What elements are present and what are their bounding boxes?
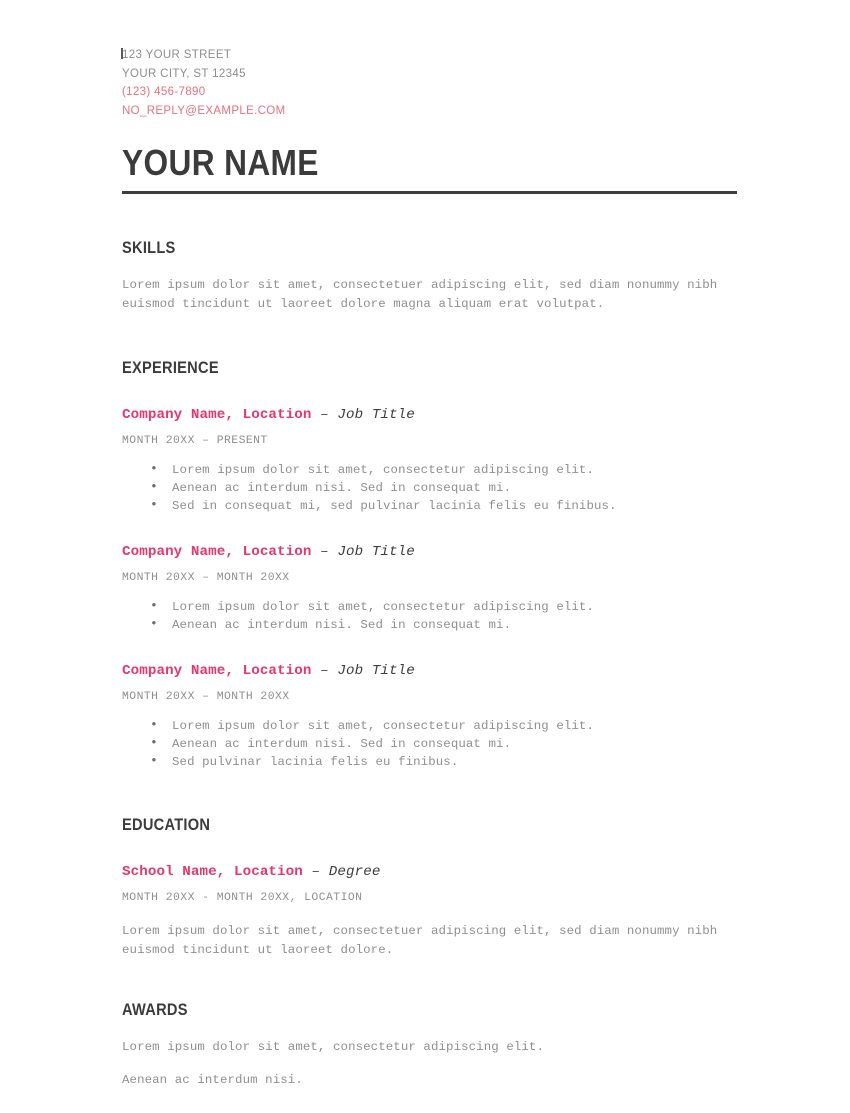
education-entry: School Name, Location – Degree MONTH 20X… — [122, 863, 738, 960]
list-item[interactable]: Lorem ipsum dolor sit amet, consectetur … — [122, 460, 738, 479]
experience-separator: – — [311, 407, 338, 423]
experience-role: Job Title — [337, 544, 415, 560]
experience-org: Company Name, Location — [122, 663, 312, 679]
section-skills: SKILLS Lorem ipsum dolor sit amet, conse… — [122, 238, 738, 314]
experience-bullet-list: Lorem ipsum dolor sit amet, consectetur … — [122, 716, 738, 771]
contact-email[interactable]: NO_REPLY@EXAMPLE.COM — [122, 102, 738, 121]
section-title-awards: AWARDS — [122, 1000, 188, 1019]
list-item[interactable]: Lorem ipsum dolor sit amet, consectetur … — [122, 597, 738, 616]
skills-body[interactable]: Lorem ipsum dolor sit amet, consectetuer… — [122, 276, 738, 314]
experience-entry: Company Name, Location – Job Title MONTH… — [122, 543, 738, 634]
title-divider — [122, 191, 737, 194]
experience-dates[interactable]: MONTH 20XX – MONTH 20XX — [122, 689, 738, 705]
awards-line[interactable]: Aenean ac interdum nisi. — [122, 1071, 738, 1090]
text-caret — [121, 48, 123, 59]
education-description[interactable]: Lorem ipsum dolor sit amet, consectetuer… — [122, 922, 738, 960]
section-experience: EXPERIENCE Company Name, Location – Job … — [122, 358, 738, 771]
list-item[interactable]: Aenean ac interdum nisi. Sed in consequa… — [122, 615, 738, 634]
education-entry-heading[interactable]: School Name, Location – Degree — [122, 863, 738, 882]
section-title-education: EDUCATION — [122, 815, 211, 834]
awards-line[interactable]: Lorem ipsum dolor sit amet, consectetur … — [122, 1038, 738, 1057]
experience-role: Job Title — [337, 407, 415, 423]
experience-role: Job Title — [337, 663, 415, 679]
education-separator: – — [302, 864, 329, 880]
contact-phone[interactable]: (123) 456-7890 — [122, 83, 738, 102]
list-item[interactable]: Sed in consequat mi, sed pulvinar lacini… — [122, 496, 738, 515]
experience-separator: – — [311, 663, 338, 679]
education-dates[interactable]: MONTH 20XX - MONTH 20XX, LOCATION — [122, 890, 738, 906]
experience-org: Company Name, Location — [122, 407, 312, 423]
education-org: School Name, Location — [122, 864, 303, 880]
experience-entry-heading[interactable]: Company Name, Location – Job Title — [122, 662, 738, 681]
experience-org: Company Name, Location — [122, 544, 312, 560]
contact-block: 123 YOUR STREET YOUR CITY, ST 12345 (123… — [121, 46, 738, 121]
experience-entry-heading[interactable]: Company Name, Location – Job Title — [122, 406, 738, 425]
list-item[interactable]: Aenean ac interdum nisi. Sed in consequa… — [122, 734, 738, 753]
section-title-experience: EXPERIENCE — [122, 358, 219, 377]
section-education: EDUCATION School Name, Location – Degree… — [122, 815, 738, 960]
section-title-skills: SKILLS — [122, 238, 176, 257]
contact-street: 123 YOUR STREET — [122, 49, 232, 61]
experience-bullet-list: Lorem ipsum dolor sit amet, consectetur … — [122, 460, 738, 515]
list-item[interactable]: Lorem ipsum dolor sit amet, consectetur … — [122, 716, 738, 735]
experience-dates[interactable]: MONTH 20XX – MONTH 20XX — [122, 570, 738, 586]
list-item[interactable]: Aenean ac interdum nisi. Sed in consequa… — [122, 478, 738, 497]
list-item[interactable]: Sed pulvinar lacinia felis eu finibus. — [122, 752, 738, 771]
resume-page: 123 YOUR STREET YOUR CITY, ST 12345 (123… — [0, 0, 850, 1113]
experience-entry: Company Name, Location – Job Title MONTH… — [122, 406, 738, 515]
section-awards: AWARDS Lorem ipsum dolor sit amet, conse… — [122, 1000, 738, 1090]
experience-separator: – — [311, 544, 338, 560]
page-title[interactable]: YOUR NAME — [122, 143, 664, 183]
education-degree: Degree — [328, 864, 381, 880]
resume-content: 123 YOUR STREET YOUR CITY, ST 12345 (123… — [121, 46, 738, 1090]
contact-street-line[interactable]: 123 YOUR STREET — [121, 46, 738, 65]
contact-city-state-zip[interactable]: YOUR CITY, ST 12345 — [122, 65, 738, 84]
experience-entry: Company Name, Location – Job Title MONTH… — [122, 662, 738, 771]
experience-entry-heading[interactable]: Company Name, Location – Job Title — [122, 543, 738, 562]
experience-bullet-list: Lorem ipsum dolor sit amet, consectetur … — [122, 597, 738, 634]
experience-dates[interactable]: MONTH 20XX – PRESENT — [122, 433, 738, 449]
